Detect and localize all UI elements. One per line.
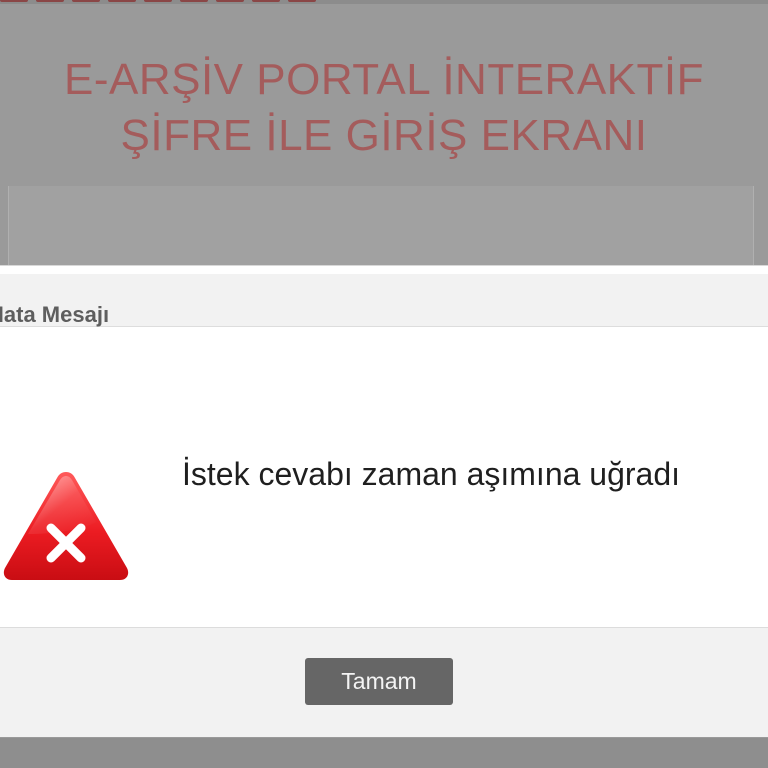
ok-button[interactable]: Tamam [305, 658, 453, 705]
background-logo-partial [0, 0, 360, 4]
dialog-header: Hata Mesajı [0, 274, 768, 327]
background-title-line-2: ŞİFRE İLE GİRİŞ EKRANI [120, 111, 648, 160]
dialog-title: Hata Mesajı [0, 302, 110, 327]
dialog-footer: Tamam [0, 627, 768, 737]
error-message: İstek cevabı zaman aşımına uğradı [182, 456, 681, 492]
background-title-line-1: E-ARŞİV PORTAL İNTERAKTİF [63, 55, 704, 104]
background-bottom-area [0, 738, 768, 768]
background-page-title: E-ARŞİV PORTAL İNTERAKTİF ŞİFRE İLE GİRİ… [0, 52, 768, 164]
error-warning-triangle-icon [3, 472, 129, 580]
error-dialog: Hata Mesajı İstek cevabı zaman aşımına u… [0, 266, 768, 737]
